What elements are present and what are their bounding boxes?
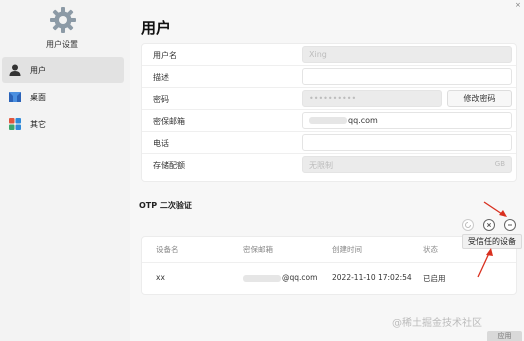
apply-button[interactable]: 应用 — [487, 331, 522, 341]
close-icon[interactable]: × — [515, 1, 521, 9]
arrow-head — [486, 248, 493, 256]
arrow-head — [499, 210, 507, 217]
annotation-arrows — [477, 201, 507, 278]
watermark: @稀土掘金技术社区 — [392, 318, 482, 329]
